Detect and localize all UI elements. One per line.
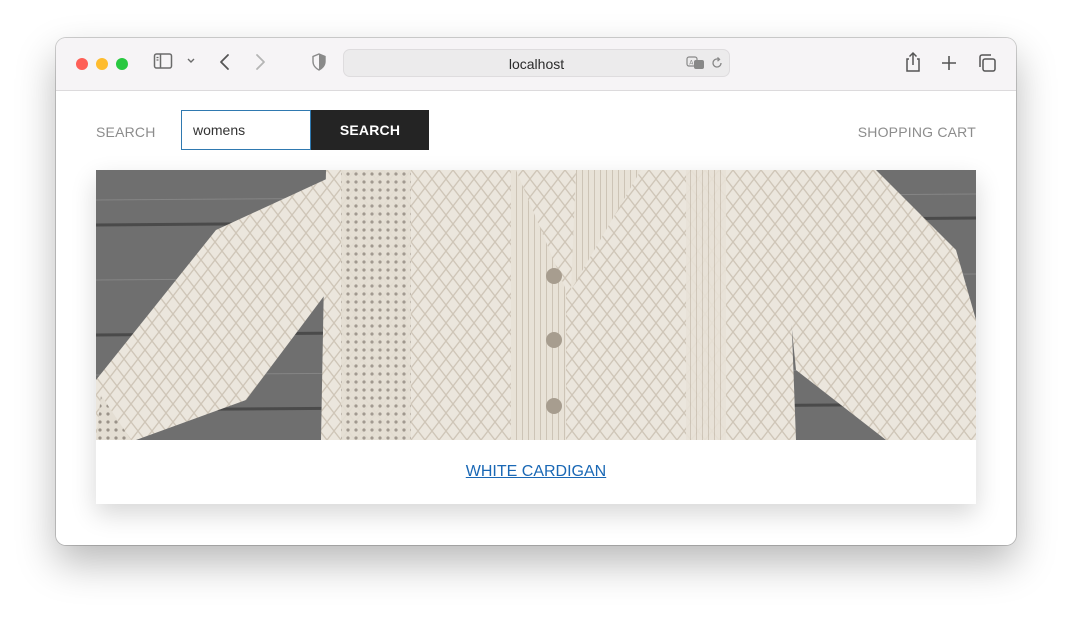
plus-icon[interactable] [940, 54, 958, 72]
browser-toolbar: localhost A [56, 38, 1016, 91]
address-bar[interactable]: localhost A [343, 49, 730, 77]
search-button[interactable]: SEARCH [311, 110, 429, 150]
shield-icon[interactable] [311, 52, 327, 72]
product-card: WHITE CARDIGAN [96, 170, 976, 504]
close-window-button[interactable] [76, 58, 88, 70]
forward-icon[interactable] [253, 52, 267, 72]
product-image[interactable] [96, 170, 976, 440]
back-icon[interactable] [218, 52, 232, 72]
product-name-link[interactable]: WHITE CARDIGAN [96, 463, 976, 481]
reload-icon[interactable] [710, 56, 724, 70]
page-content: SEARCH SEARCH SHOPPING CART [56, 91, 1016, 545]
minimize-window-button[interactable] [96, 58, 108, 70]
sidebar-icon[interactable] [153, 52, 173, 70]
zoom-window-button[interactable] [116, 58, 128, 70]
chevron-down-icon[interactable] [186, 57, 196, 65]
search-label: SEARCH [96, 124, 156, 140]
search-input[interactable] [181, 110, 311, 150]
tabs-icon[interactable] [977, 53, 997, 73]
shopping-cart-link[interactable]: SHOPPING CART [858, 124, 976, 140]
address-text: localhost [508, 56, 565, 72]
share-icon[interactable] [904, 51, 922, 73]
translate-icon[interactable]: A [686, 56, 706, 70]
browser-window: localhost A SEARCH SEAR [56, 38, 1016, 545]
